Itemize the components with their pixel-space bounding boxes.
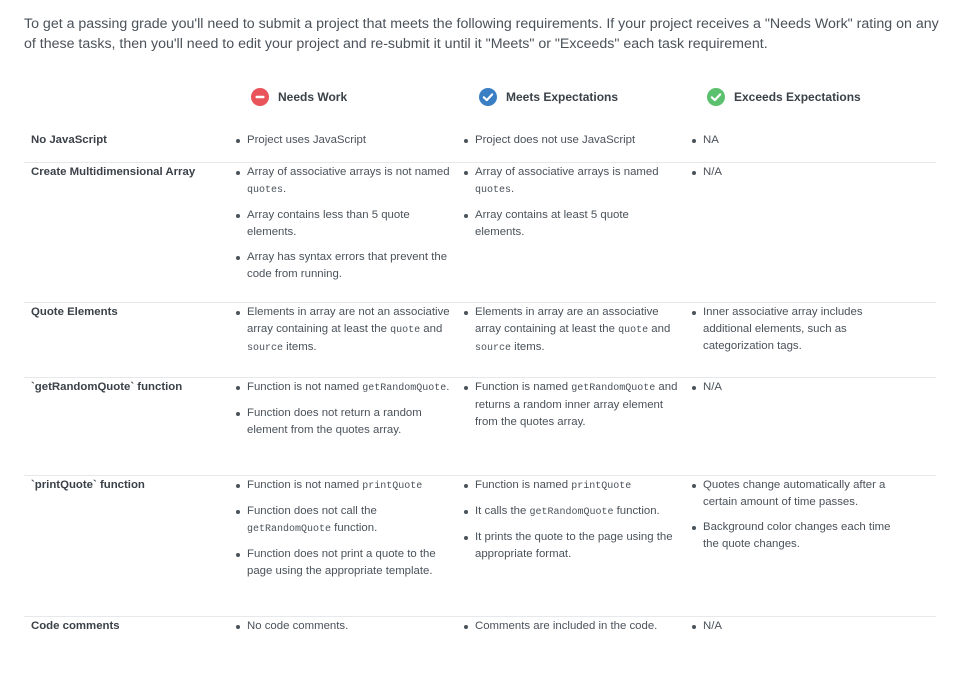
criteria-item: No code comments. <box>236 618 451 635</box>
header-needs-work: Needs Work <box>251 88 347 106</box>
text-segment: and <box>648 323 671 335</box>
rubric-row: `getRandomQuote` function Function is not… <box>24 377 936 476</box>
code-token: source <box>475 343 512 354</box>
text-segment: Array of associative arrays is not named <box>247 166 450 178</box>
minus-circle-icon <box>251 88 269 106</box>
criteria-item: Array has syntax errors that prevent the… <box>236 249 451 283</box>
rubric-row: No JavaScript Project uses JavaScript Proj… <box>24 130 936 163</box>
text-segment: items. <box>511 341 545 353</box>
text-segment: items. <box>283 341 317 353</box>
criteria-item: Function does not call the getRandomQuot… <box>236 503 451 538</box>
criteria-item: Array of associative arrays is named quo… <box>464 164 679 199</box>
code-token: quotes <box>475 185 512 196</box>
row-label: `getRandomQuote` function <box>31 381 183 393</box>
cell-exceeds: Inner associative array includes additio… <box>692 304 907 363</box>
criteria-item: Function is not named getRandomQuote. <box>236 379 451 397</box>
criteria-item: N/A <box>692 379 907 396</box>
intro-text: To get a passing grade you'll need to su… <box>24 16 939 52</box>
criteria-item: Function does not return a random elemen… <box>236 405 451 439</box>
cell-needs-work: Array of associative arrays is not named… <box>236 164 451 291</box>
criteria-item: It prints the quote to the page using th… <box>464 529 679 563</box>
cell-meets: Elements in array are an associative arr… <box>464 304 679 365</box>
row-label: Code comments <box>31 620 120 632</box>
criteria-item: Project uses JavaScript <box>236 132 451 149</box>
code-token: quote <box>390 325 421 336</box>
code-token: quotes <box>247 185 284 196</box>
criteria-item: N/A <box>692 164 907 181</box>
row-label: No JavaScript <box>31 134 107 146</box>
criteria-item: Background color changes each time the q… <box>692 519 907 553</box>
criteria-item: Function does not print a quote to the p… <box>236 546 451 580</box>
header-meets: Meets Expectations <box>479 88 618 106</box>
cell-meets: Comments are included in the code. <box>464 618 679 643</box>
code-token: quote <box>618 325 649 336</box>
text-segment: function. <box>613 505 660 517</box>
text-segment: Function is not named <box>247 381 363 393</box>
criteria-item: Elements in array are an associative arr… <box>464 304 679 357</box>
criteria-item: Array of associative arrays is not named… <box>236 164 451 199</box>
cell-meets: Function is named getRandomQuote and ret… <box>464 379 679 439</box>
row-label: Quote Elements <box>31 306 118 318</box>
text-segment: function. <box>331 522 378 534</box>
header-meets-label: Meets Expectations <box>506 90 619 104</box>
text-segment: It calls the <box>475 505 530 517</box>
check-circle-icon <box>707 88 725 106</box>
cell-needs-work: Function is not named getRandomQuote. Fun… <box>236 379 451 447</box>
text-segment: and <box>420 323 443 335</box>
text-segment: . <box>283 183 287 195</box>
row-label: `printQuote` function <box>31 479 145 491</box>
criteria-item: N/A <box>692 618 907 635</box>
code-token: getRandomQuote <box>529 507 614 518</box>
text-segment: Function is named <box>475 381 572 393</box>
header-exceeds: Exceeds Expectations <box>707 88 861 106</box>
text-segment: Function is not named <box>247 479 363 491</box>
code-token: source <box>247 343 284 354</box>
cell-needs-work: No code comments. <box>236 618 451 643</box>
check-circle-icon <box>479 88 497 106</box>
text-segment: . <box>446 381 450 393</box>
text-segment: . <box>511 183 515 195</box>
header-exceeds-label: Exceeds Expectations <box>734 90 861 104</box>
text-segment: Array of associative arrays is named <box>475 166 659 178</box>
code-token: getRandomQuote <box>362 383 447 394</box>
criteria-item: Function is not named printQuote <box>236 477 451 495</box>
text-segment: Function does not call the <box>247 505 377 517</box>
rubric-row: Code comments No code comments. Comments a… <box>24 616 936 660</box>
row-label: Create Multidimensional Array <box>31 166 196 178</box>
cell-meets: Project does not use JavaScript <box>464 132 679 157</box>
criteria-item: Inner associative array includes additio… <box>692 304 907 355</box>
cell-exceeds: N/A <box>692 618 907 643</box>
rubric-row: `printQuote` function Function is not nam… <box>24 475 936 617</box>
cell-meets: Function is named printQuote It calls the… <box>464 477 679 571</box>
criteria-item: It calls the getRandomQuote function. <box>464 503 679 521</box>
cell-exceeds: NA <box>692 132 907 157</box>
criteria-item: Function is named printQuote <box>464 477 679 495</box>
code-token: getRandomQuote <box>247 524 332 535</box>
rubric-row: Quote Elements Elements in array are not … <box>24 302 936 378</box>
criteria-item: Project does not use JavaScript <box>464 132 679 149</box>
criteria-item: Elements in array are not an associative… <box>236 304 451 357</box>
cell-meets: Array of associative arrays is named quo… <box>464 164 679 249</box>
rubric-row: Create Multidimensional Array Array of as… <box>24 162 936 303</box>
cell-exceeds: N/A <box>692 379 907 404</box>
cell-needs-work: Elements in array are not an associative… <box>236 304 451 365</box>
criteria-item: NA <box>692 132 907 149</box>
header-needs-work-label: Needs Work <box>278 90 348 104</box>
code-token: printQuote <box>362 481 423 492</box>
criteria-item: Quotes change automatically after a cert… <box>692 477 907 511</box>
criteria-item: Comments are included in the code. <box>464 618 679 635</box>
text-segment: Function is named <box>475 479 572 491</box>
cell-exceeds: N/A <box>692 164 907 189</box>
code-token: getRandomQuote <box>571 383 656 394</box>
cell-needs-work: Project uses JavaScript <box>236 132 451 157</box>
cell-exceeds: Quotes change automatically after a cert… <box>692 477 907 561</box>
criteria-item: Function is named getRandomQuote and ret… <box>464 379 679 431</box>
code-token: printQuote <box>571 481 632 492</box>
criteria-item: Array contains at least 5 quote elements… <box>464 207 679 241</box>
cell-needs-work: Function is not named printQuote Function… <box>236 477 451 588</box>
criteria-item: Array contains less than 5 quote element… <box>236 207 451 241</box>
